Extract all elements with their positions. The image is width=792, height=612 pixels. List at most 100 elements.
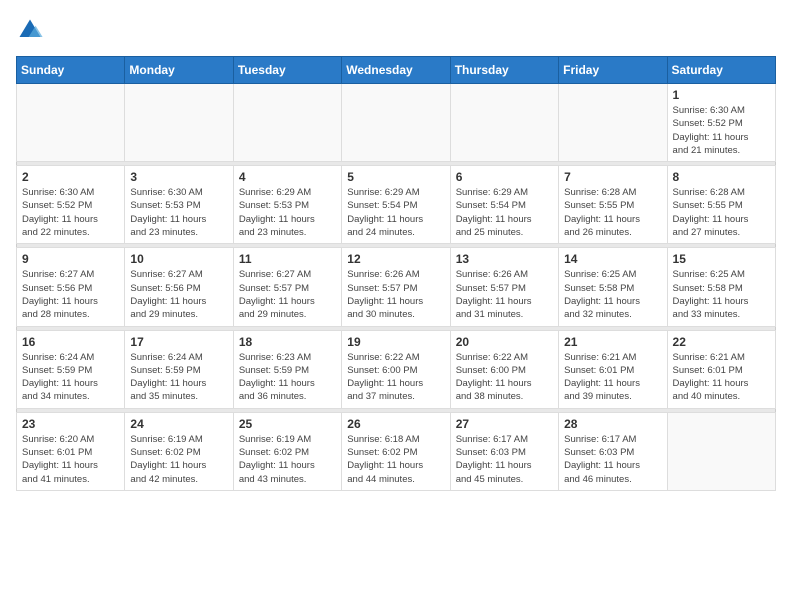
day-info: Sunrise: 6:27 AM Sunset: 5:56 PM Dayligh… bbox=[130, 268, 227, 321]
day-info: Sunrise: 6:27 AM Sunset: 5:57 PM Dayligh… bbox=[239, 268, 336, 321]
calendar-week-row: 16 Sunrise: 6:24 AM Sunset: 5:59 PM Dayli… bbox=[17, 330, 776, 408]
calendar-cell: 24 Sunrise: 6:19 AM Sunset: 6:02 PM Dayli… bbox=[125, 412, 233, 490]
calendar-cell bbox=[17, 84, 125, 162]
page-header bbox=[16, 16, 776, 44]
calendar-cell: 23Sunrise: 6:20 AM Sunset: 6:01 PM Dayli… bbox=[17, 412, 125, 490]
day-number: 27 bbox=[456, 417, 553, 431]
day-info: Sunrise: 6:29 AM Sunset: 5:53 PM Dayligh… bbox=[239, 186, 336, 239]
calendar-cell: 18 Sunrise: 6:23 AM Sunset: 5:59 PM Dayli… bbox=[233, 330, 341, 408]
day-number: 28 bbox=[564, 417, 661, 431]
calendar-cell: 3 Sunrise: 6:30 AM Sunset: 5:53 PM Daylig… bbox=[125, 166, 233, 244]
day-info: Sunrise: 6:20 AM Sunset: 6:01 PM Dayligh… bbox=[22, 433, 119, 486]
day-number: 19 bbox=[347, 335, 444, 349]
day-number: 5 bbox=[347, 170, 444, 184]
calendar-cell: 16 Sunrise: 6:24 AM Sunset: 5:59 PM Dayli… bbox=[17, 330, 125, 408]
calendar-cell: 21 Sunrise: 6:21 AM Sunset: 6:01 PM Dayli… bbox=[559, 330, 667, 408]
calendar-cell bbox=[125, 84, 233, 162]
day-info: Sunrise: 6:30 AM Sunset: 5:52 PM Dayligh… bbox=[22, 186, 119, 239]
calendar-cell: 19 Sunrise: 6:22 AM Sunset: 6:00 PM Dayli… bbox=[342, 330, 450, 408]
day-info: Sunrise: 6:28 AM Sunset: 5:55 PM Dayligh… bbox=[564, 186, 661, 239]
calendar-header-tuesday: Tuesday bbox=[233, 57, 341, 84]
day-info: Sunrise: 6:28 AM Sunset: 5:55 PM Dayligh… bbox=[673, 186, 770, 239]
day-number: 13 bbox=[456, 252, 553, 266]
calendar-cell: 14 Sunrise: 6:25 AM Sunset: 5:58 PM Dayli… bbox=[559, 248, 667, 326]
calendar-cell bbox=[233, 84, 341, 162]
calendar-cell: 11 Sunrise: 6:27 AM Sunset: 5:57 PM Dayli… bbox=[233, 248, 341, 326]
calendar-cell: 10 Sunrise: 6:27 AM Sunset: 5:56 PM Dayli… bbox=[125, 248, 233, 326]
calendar-cell: 9 Sunrise: 6:27 AM Sunset: 5:56 PM Daylig… bbox=[17, 248, 125, 326]
day-info: Sunrise: 6:22 AM Sunset: 6:00 PM Dayligh… bbox=[456, 351, 553, 404]
day-info: Sunrise: 6:24 AM Sunset: 5:59 PM Dayligh… bbox=[22, 351, 119, 404]
day-number: 9 bbox=[22, 252, 119, 266]
day-info: Sunrise: 6:19 AM Sunset: 6:02 PM Dayligh… bbox=[239, 433, 336, 486]
calendar-header-monday: Monday bbox=[125, 57, 233, 84]
day-info: Sunrise: 6:30 AM Sunset: 5:53 PM Dayligh… bbox=[130, 186, 227, 239]
calendar-header-wednesday: Wednesday bbox=[342, 57, 450, 84]
day-number: 8 bbox=[673, 170, 770, 184]
day-info: Sunrise: 6:23 AM Sunset: 5:59 PM Dayligh… bbox=[239, 351, 336, 404]
calendar-table: SundayMondayTuesdayWednesdayThursdayFrid… bbox=[16, 56, 776, 491]
day-info: Sunrise: 6:17 AM Sunset: 6:03 PM Dayligh… bbox=[564, 433, 661, 486]
calendar-header-saturday: Saturday bbox=[667, 57, 775, 84]
calendar-week-row: 9 Sunrise: 6:27 AM Sunset: 5:56 PM Daylig… bbox=[17, 248, 776, 326]
day-info: Sunrise: 6:29 AM Sunset: 5:54 PM Dayligh… bbox=[456, 186, 553, 239]
calendar-cell: 22 Sunrise: 6:21 AM Sunset: 6:01 PM Dayli… bbox=[667, 330, 775, 408]
calendar-cell: 25 Sunrise: 6:19 AM Sunset: 6:02 PM Dayli… bbox=[233, 412, 341, 490]
day-number: 6 bbox=[456, 170, 553, 184]
logo bbox=[16, 16, 46, 44]
day-number: 3 bbox=[130, 170, 227, 184]
calendar-week-row: 1 Sunrise: 6:30 AM Sunset: 5:52 PM Daylig… bbox=[17, 84, 776, 162]
day-number: 21 bbox=[564, 335, 661, 349]
day-info: Sunrise: 6:21 AM Sunset: 6:01 PM Dayligh… bbox=[564, 351, 661, 404]
day-number: 18 bbox=[239, 335, 336, 349]
day-number: 20 bbox=[456, 335, 553, 349]
calendar-cell: 15 Sunrise: 6:25 AM Sunset: 5:58 PM Dayli… bbox=[667, 248, 775, 326]
day-info: Sunrise: 6:25 AM Sunset: 5:58 PM Dayligh… bbox=[564, 268, 661, 321]
day-info: Sunrise: 6:27 AM Sunset: 5:56 PM Dayligh… bbox=[22, 268, 119, 321]
day-info: Sunrise: 6:18 AM Sunset: 6:02 PM Dayligh… bbox=[347, 433, 444, 486]
day-info: Sunrise: 6:25 AM Sunset: 5:58 PM Dayligh… bbox=[673, 268, 770, 321]
day-info: Sunrise: 6:17 AM Sunset: 6:03 PM Dayligh… bbox=[456, 433, 553, 486]
day-info: Sunrise: 6:26 AM Sunset: 5:57 PM Dayligh… bbox=[456, 268, 553, 321]
day-number: 16 bbox=[22, 335, 119, 349]
day-info: Sunrise: 6:26 AM Sunset: 5:57 PM Dayligh… bbox=[347, 268, 444, 321]
logo-icon bbox=[16, 16, 44, 44]
day-number: 10 bbox=[130, 252, 227, 266]
calendar-cell bbox=[559, 84, 667, 162]
day-info: Sunrise: 6:19 AM Sunset: 6:02 PM Dayligh… bbox=[130, 433, 227, 486]
calendar-header-friday: Friday bbox=[559, 57, 667, 84]
day-number: 4 bbox=[239, 170, 336, 184]
calendar-cell: 17 Sunrise: 6:24 AM Sunset: 5:59 PM Dayli… bbox=[125, 330, 233, 408]
calendar-header-sunday: Sunday bbox=[17, 57, 125, 84]
day-number: 14 bbox=[564, 252, 661, 266]
calendar-week-row: 23Sunrise: 6:20 AM Sunset: 6:01 PM Dayli… bbox=[17, 412, 776, 490]
day-info: Sunrise: 6:29 AM Sunset: 5:54 PM Dayligh… bbox=[347, 186, 444, 239]
day-number: 12 bbox=[347, 252, 444, 266]
day-number: 25 bbox=[239, 417, 336, 431]
calendar-header-thursday: Thursday bbox=[450, 57, 558, 84]
day-number: 2 bbox=[22, 170, 119, 184]
day-number: 7 bbox=[564, 170, 661, 184]
day-number: 17 bbox=[130, 335, 227, 349]
day-number: 11 bbox=[239, 252, 336, 266]
day-info: Sunrise: 6:24 AM Sunset: 5:59 PM Dayligh… bbox=[130, 351, 227, 404]
calendar-cell: 1 Sunrise: 6:30 AM Sunset: 5:52 PM Daylig… bbox=[667, 84, 775, 162]
day-info: Sunrise: 6:21 AM Sunset: 6:01 PM Dayligh… bbox=[673, 351, 770, 404]
calendar-cell: 27 Sunrise: 6:17 AM Sunset: 6:03 PM Dayli… bbox=[450, 412, 558, 490]
calendar-cell bbox=[450, 84, 558, 162]
day-number: 15 bbox=[673, 252, 770, 266]
day-number: 22 bbox=[673, 335, 770, 349]
calendar-cell: 2 Sunrise: 6:30 AM Sunset: 5:52 PM Daylig… bbox=[17, 166, 125, 244]
calendar-header-row: SundayMondayTuesdayWednesdayThursdayFrid… bbox=[17, 57, 776, 84]
calendar-cell: 4 Sunrise: 6:29 AM Sunset: 5:53 PM Daylig… bbox=[233, 166, 341, 244]
day-number: 1 bbox=[673, 88, 770, 102]
calendar-cell: 12 Sunrise: 6:26 AM Sunset: 5:57 PM Dayli… bbox=[342, 248, 450, 326]
day-number: 24 bbox=[130, 417, 227, 431]
calendar-cell: 8 Sunrise: 6:28 AM Sunset: 5:55 PM Daylig… bbox=[667, 166, 775, 244]
calendar-week-row: 2 Sunrise: 6:30 AM Sunset: 5:52 PM Daylig… bbox=[17, 166, 776, 244]
calendar-cell: 28 Sunrise: 6:17 AM Sunset: 6:03 PM Dayli… bbox=[559, 412, 667, 490]
calendar-cell: 20 Sunrise: 6:22 AM Sunset: 6:00 PM Dayli… bbox=[450, 330, 558, 408]
day-info: Sunrise: 6:30 AM Sunset: 5:52 PM Dayligh… bbox=[673, 104, 770, 157]
calendar-cell bbox=[342, 84, 450, 162]
day-info: Sunrise: 6:22 AM Sunset: 6:00 PM Dayligh… bbox=[347, 351, 444, 404]
